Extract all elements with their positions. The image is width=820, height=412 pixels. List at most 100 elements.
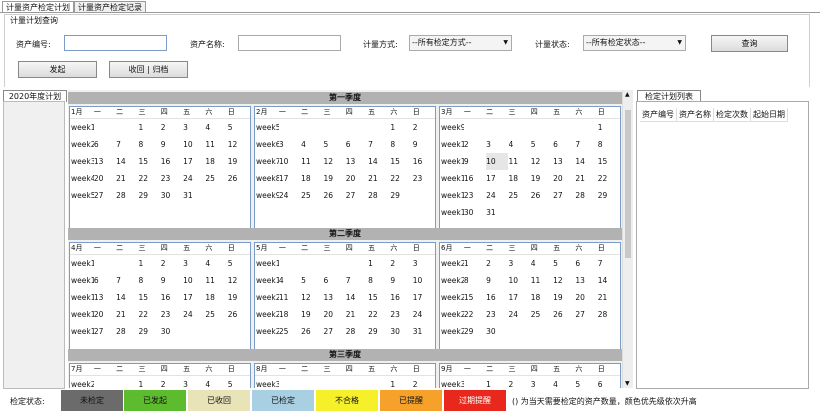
day-cell[interactable]: 19 bbox=[531, 170, 553, 187]
day-cell[interactable]: 24 bbox=[413, 306, 435, 323]
day-cell[interactable]: 4 bbox=[279, 272, 301, 289]
day-cell[interactable]: 16 bbox=[161, 289, 183, 306]
day-cell[interactable]: 3 bbox=[183, 255, 205, 272]
day-cell[interactable]: 5 bbox=[531, 136, 553, 153]
day-cell[interactable]: 29 bbox=[368, 323, 390, 340]
method-select[interactable]: --所有检定方式-- ▼ bbox=[409, 35, 512, 51]
day-cell[interactable]: 17 bbox=[183, 153, 205, 170]
day-cell[interactable] bbox=[301, 204, 323, 221]
day-cell[interactable]: 3 bbox=[183, 376, 205, 388]
day-cell[interactable]: 26 bbox=[228, 306, 250, 323]
day-cell[interactable] bbox=[301, 255, 323, 272]
day-cell[interactable] bbox=[94, 119, 116, 136]
day-cell[interactable]: 17 bbox=[413, 289, 435, 306]
day-cell[interactable]: 22 bbox=[598, 170, 620, 187]
day-cell[interactable]: 1 bbox=[368, 255, 390, 272]
day-cell[interactable]: 8 bbox=[138, 136, 160, 153]
day-cell[interactable]: 22 bbox=[138, 306, 160, 323]
day-cell[interactable]: 21 bbox=[346, 306, 368, 323]
day-cell[interactable] bbox=[464, 376, 486, 388]
day-cell[interactable] bbox=[301, 119, 323, 136]
day-cell[interactable]: 14 bbox=[368, 153, 390, 170]
day-cell[interactable]: 23 bbox=[413, 170, 435, 187]
day-cell[interactable]: 6 bbox=[94, 272, 116, 289]
day-cell[interactable]: 10 bbox=[486, 153, 509, 170]
day-cell[interactable]: 8 bbox=[598, 136, 620, 153]
day-cell[interactable]: 4 bbox=[508, 136, 530, 153]
day-cell[interactable]: 27 bbox=[346, 187, 368, 204]
day-cell[interactable]: 11 bbox=[508, 153, 530, 170]
day-cell[interactable]: 15 bbox=[138, 289, 160, 306]
day-cell[interactable]: 21 bbox=[116, 170, 138, 187]
day-cell[interactable]: 4 bbox=[205, 255, 227, 272]
day-cell[interactable]: 3 bbox=[183, 119, 205, 136]
day-cell[interactable]: 11 bbox=[205, 272, 227, 289]
day-cell[interactable]: 12 bbox=[228, 136, 250, 153]
day-cell[interactable]: 20 bbox=[575, 289, 597, 306]
day-cell[interactable]: 16 bbox=[486, 289, 508, 306]
day-cell[interactable] bbox=[279, 204, 301, 221]
day-cell[interactable]: 6 bbox=[598, 376, 620, 388]
day-cell[interactable] bbox=[116, 376, 138, 388]
day-cell[interactable]: 9 bbox=[413, 136, 435, 153]
day-cell[interactable] bbox=[553, 323, 575, 340]
day-cell[interactable]: 1 bbox=[138, 119, 160, 136]
day-cell[interactable] bbox=[183, 323, 205, 340]
day-cell[interactable]: 12 bbox=[301, 289, 323, 306]
day-cell[interactable]: 7 bbox=[598, 255, 620, 272]
day-cell[interactable]: 1 bbox=[486, 376, 508, 388]
recall-archive-button[interactable]: 收回 | 归档 bbox=[109, 61, 188, 78]
day-cell[interactable]: 3 bbox=[279, 136, 301, 153]
day-cell[interactable] bbox=[323, 255, 345, 272]
day-cell[interactable] bbox=[346, 376, 368, 388]
day-cell[interactable] bbox=[368, 376, 390, 388]
day-cell[interactable]: 7 bbox=[116, 272, 138, 289]
day-cell[interactable]: 26 bbox=[323, 187, 345, 204]
day-cell[interactable] bbox=[598, 204, 620, 221]
day-cell[interactable]: 30 bbox=[161, 187, 183, 204]
search-button[interactable]: 查询 bbox=[711, 35, 788, 52]
day-cell[interactable] bbox=[116, 255, 138, 272]
day-cell[interactable]: 4 bbox=[205, 376, 227, 388]
day-cell[interactable] bbox=[301, 376, 323, 388]
day-cell[interactable]: 1 bbox=[598, 119, 620, 136]
day-cell[interactable]: 5 bbox=[228, 119, 250, 136]
day-cell[interactable]: 20 bbox=[323, 306, 345, 323]
day-cell[interactable]: 7 bbox=[368, 136, 390, 153]
list-column-header[interactable]: 资产编号 bbox=[640, 108, 677, 121]
day-cell[interactable]: 17 bbox=[486, 170, 508, 187]
day-cell[interactable] bbox=[323, 119, 345, 136]
day-cell[interactable]: 16 bbox=[390, 289, 412, 306]
day-cell[interactable] bbox=[346, 119, 368, 136]
day-cell[interactable] bbox=[464, 119, 486, 136]
day-cell[interactable]: 28 bbox=[575, 187, 597, 204]
day-cell[interactable]: 17 bbox=[508, 289, 530, 306]
day-cell[interactable]: 7 bbox=[575, 136, 597, 153]
day-cell[interactable] bbox=[531, 323, 553, 340]
day-cell[interactable]: 1 bbox=[390, 119, 412, 136]
day-cell[interactable]: 6 bbox=[575, 255, 597, 272]
day-cell[interactable]: 12 bbox=[228, 272, 250, 289]
day-cell[interactable]: 21 bbox=[368, 170, 390, 187]
day-cell[interactable]: 25 bbox=[301, 187, 323, 204]
list-column-header[interactable]: 资产名称 bbox=[677, 108, 714, 121]
day-cell[interactable]: 19 bbox=[323, 170, 345, 187]
day-cell[interactable]: 25 bbox=[531, 306, 553, 323]
day-cell[interactable]: 29 bbox=[138, 323, 160, 340]
scroll-up-icon[interactable]: ▲ bbox=[625, 91, 630, 98]
day-cell[interactable]: 13 bbox=[94, 289, 116, 306]
day-cell[interactable] bbox=[531, 119, 553, 136]
day-cell[interactable]: 31 bbox=[486, 204, 508, 221]
day-cell[interactable] bbox=[94, 255, 116, 272]
day-cell[interactable]: 4 bbox=[553, 376, 575, 388]
calendar-scrollbar[interactable]: ▲ ▼ bbox=[622, 90, 633, 388]
day-cell[interactable]: 14 bbox=[575, 153, 597, 170]
day-cell[interactable]: 20 bbox=[94, 306, 116, 323]
day-cell[interactable]: 4 bbox=[531, 255, 553, 272]
day-cell[interactable]: 2 bbox=[390, 255, 412, 272]
day-cell[interactable]: 12 bbox=[323, 153, 345, 170]
list-column-header[interactable]: 检定次数 bbox=[714, 108, 751, 121]
day-cell[interactable] bbox=[94, 376, 116, 388]
day-cell[interactable]: 17 bbox=[279, 170, 301, 187]
day-cell[interactable] bbox=[346, 255, 368, 272]
